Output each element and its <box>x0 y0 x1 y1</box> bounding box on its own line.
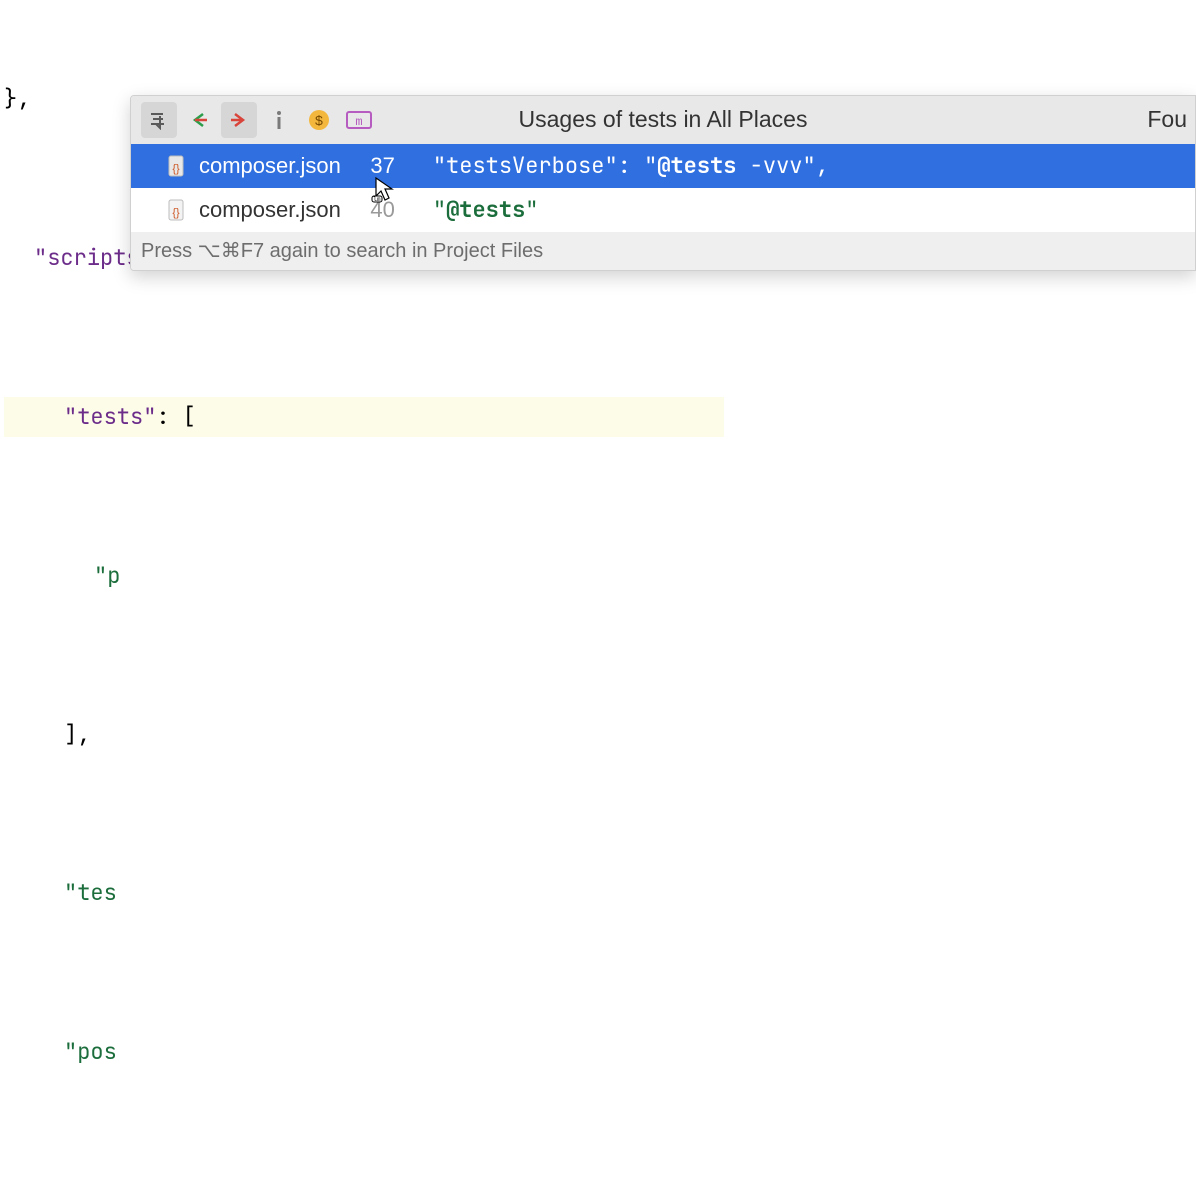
usage-filename: composer.json <box>199 146 341 186</box>
line-fragment: "pos <box>64 1032 117 1072</box>
popup-found-label: Fou <box>1147 99 1187 140</box>
tests-key: "tests" <box>64 397 156 437</box>
string-value: "App\\Command\\CacheCommand::warm" <box>94 1191 543 1196</box>
popup-toolbar: $ m Usages of tests in All Places Fou <box>131 96 1195 144</box>
json-file-icon: {} <box>167 199 189 221</box>
dollar-icon: $ <box>308 109 330 131</box>
info-button[interactable] <box>261 102 297 138</box>
usage-line-number: 40 <box>351 190 395 230</box>
usages-popup: $ m Usages of tests in All Places Fou {}… <box>130 95 1196 271</box>
next-occurrence-button[interactable] <box>221 102 257 138</box>
usage-preview: "testsVerbose": "@tests -vvv", <box>433 146 829 186</box>
usage-row[interactable]: {} composer.json 37 "testsVerbose": "@te… <box>131 144 1195 188</box>
usage-preview: "@tests" <box>433 190 539 230</box>
prev-occurrence-icon <box>189 110 209 130</box>
bracket-close: ], <box>64 715 90 755</box>
match-button[interactable]: m <box>341 102 377 138</box>
svg-text:{}: {} <box>172 163 180 175</box>
match-word-icon: m <box>346 110 372 130</box>
usage-filename: composer.json <box>199 190 341 230</box>
popup-hint: Press ⌥⌘F7 again to search in Project Fi… <box>131 232 1195 270</box>
line-fragment: "tes <box>64 873 117 913</box>
svg-text:m: m <box>355 115 362 129</box>
brace: }, <box>4 79 30 119</box>
settings-icon <box>149 110 169 130</box>
svg-text:$: $ <box>315 114 323 130</box>
usage-row[interactable]: {} composer.json 40 "@tests" <box>131 188 1195 232</box>
svg-text:{}: {} <box>172 207 180 219</box>
json-file-icon: {} <box>167 155 189 177</box>
next-occurrence-icon <box>229 110 249 130</box>
settings-button[interactable] <box>141 102 177 138</box>
usage-line-number: 37 <box>351 146 395 186</box>
dollar-button[interactable]: $ <box>301 102 337 138</box>
info-icon <box>269 109 289 131</box>
line-fragment: "p <box>94 556 120 596</box>
prev-occurrence-button[interactable] <box>181 102 217 138</box>
